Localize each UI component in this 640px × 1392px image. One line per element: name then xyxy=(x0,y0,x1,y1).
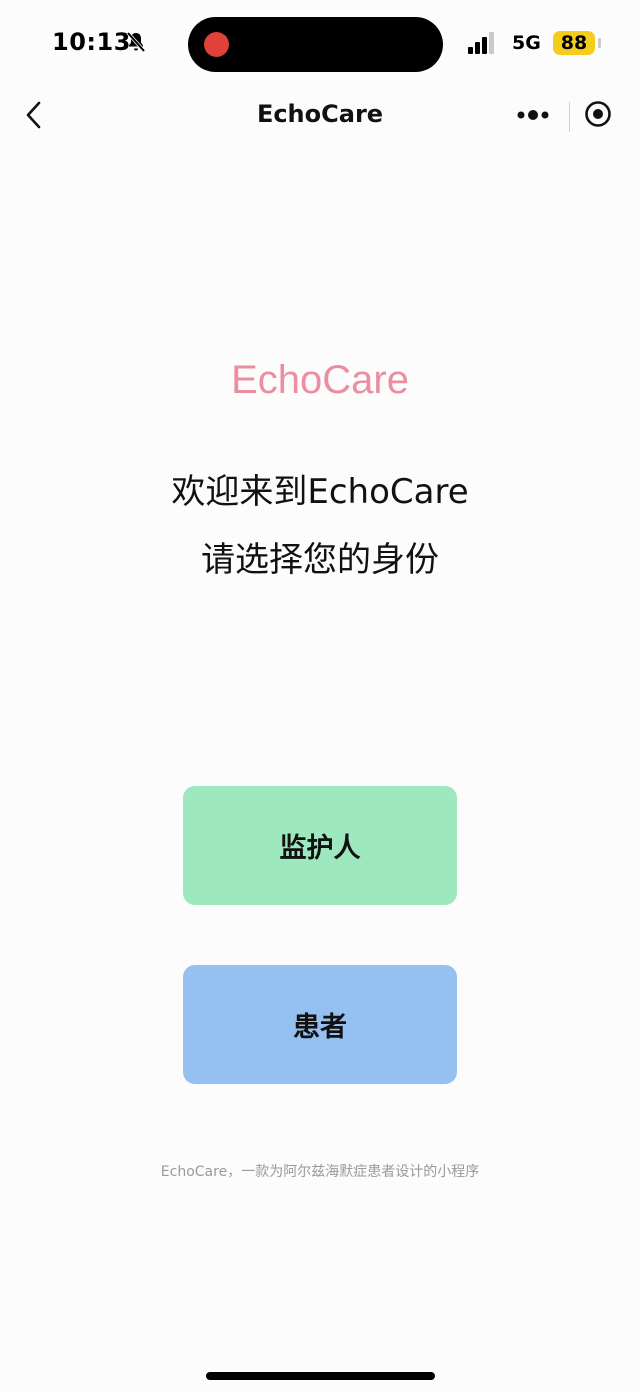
patient-button[interactable]: 患者 xyxy=(183,965,457,1084)
home-indicator[interactable] xyxy=(206,1372,435,1380)
status-time: 10:13 xyxy=(52,28,131,56)
identity-prompt: 请选择您的身份 xyxy=(201,540,439,580)
footer-description: EchoCare，一款为阿尔兹海默症患者设计的小程序 xyxy=(160,1164,480,1180)
guardian-button-label: 监护人 xyxy=(279,833,361,864)
dynamic-island xyxy=(188,17,443,72)
brand-title: EchoCare xyxy=(231,358,409,402)
capsule-divider xyxy=(569,102,570,132)
battery-cap xyxy=(598,38,601,48)
battery-level: 88 xyxy=(553,31,595,55)
signal-icon xyxy=(468,32,494,54)
network-type: 5G xyxy=(512,32,541,54)
bell-mute-icon xyxy=(126,31,146,53)
welcome-text: 欢迎来到EchoCare xyxy=(171,472,469,512)
recording-indicator xyxy=(204,32,229,57)
patient-button-label: 患者 xyxy=(293,1012,347,1043)
status-bar: 10:13 5G 88 xyxy=(0,0,640,88)
more-dots-icon[interactable] xyxy=(516,104,550,126)
nav-bar: EchoCare xyxy=(0,88,640,142)
target-circle-icon[interactable] xyxy=(584,100,612,128)
guardian-button[interactable]: 监护人 xyxy=(183,786,457,905)
